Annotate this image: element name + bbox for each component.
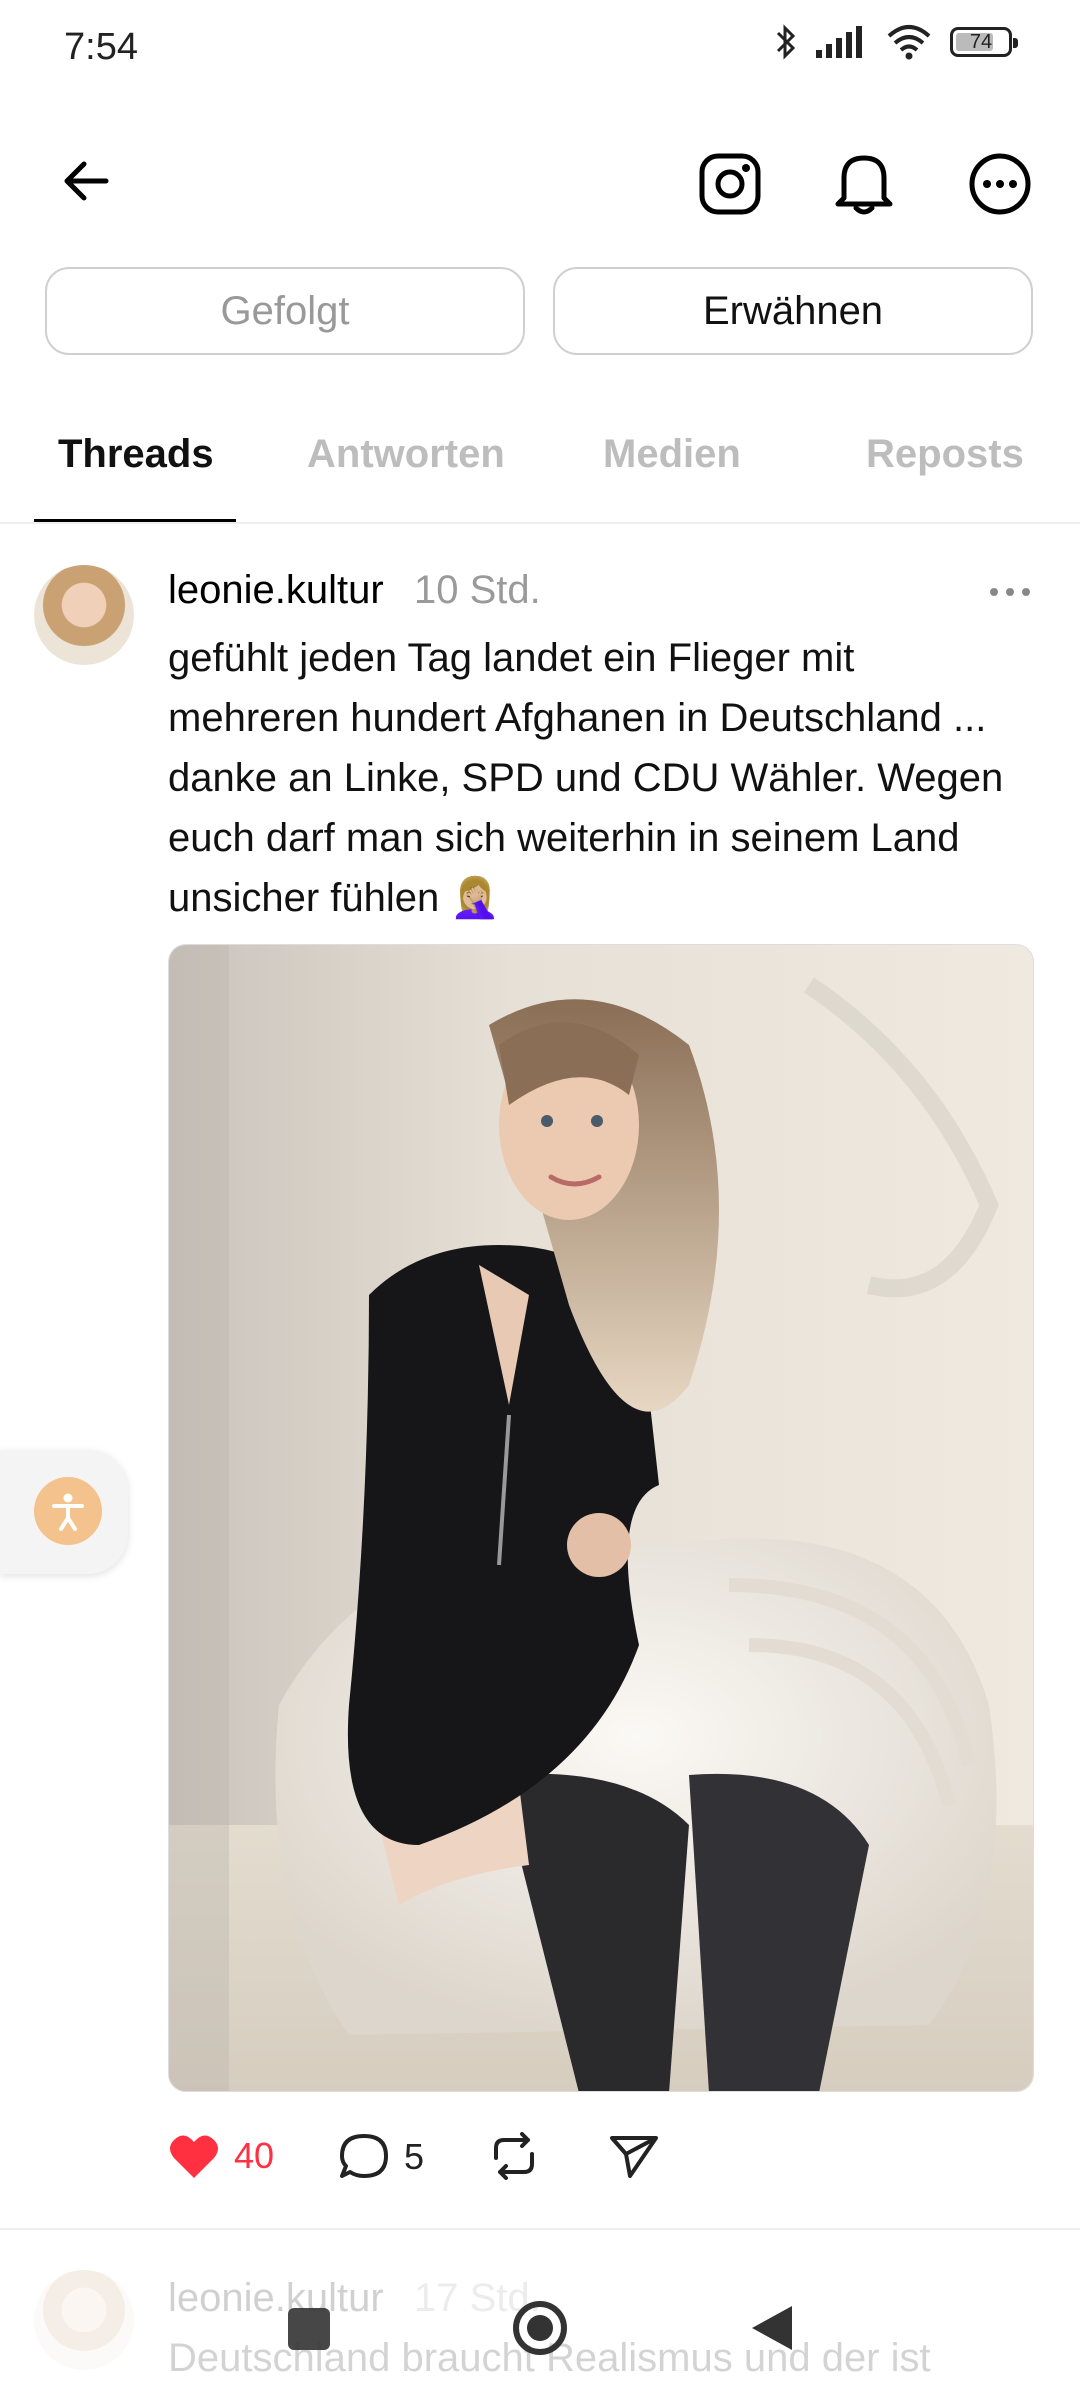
divider [0, 2228, 1080, 2230]
system-back-button[interactable] [748, 2302, 796, 2354]
home-button[interactable] [510, 2298, 570, 2358]
post-username[interactable]: leonie.kultur [168, 2276, 384, 2321]
tab-media[interactable]: Medien [603, 432, 741, 477]
comment-icon [340, 2134, 388, 2178]
more-horizontal-icon [990, 588, 1030, 596]
divider [0, 522, 1080, 524]
like-count: 40 [234, 2135, 275, 2176]
status-icons: 74 [774, 24, 1018, 60]
triangle-back-icon [752, 2306, 792, 2350]
repost-button[interactable] [488, 2132, 540, 2180]
tab-threads[interactable]: Threads [58, 432, 214, 477]
tab-reposts[interactable]: Reposts [866, 432, 1024, 477]
avatar[interactable] [34, 565, 134, 665]
more-options-button[interactable] [966, 150, 1034, 218]
bell-icon [835, 155, 893, 215]
send-icon [610, 2136, 658, 2178]
post-image[interactable] [168, 944, 1034, 2092]
instagram-button[interactable] [696, 150, 764, 218]
arrow-left-icon [64, 161, 109, 201]
post-username[interactable]: leonie.kultur [168, 568, 384, 613]
post-actions: 40 5 [168, 2132, 768, 2192]
avatar[interactable] [34, 2270, 134, 2370]
share-button[interactable] [608, 2132, 660, 2180]
like-button[interactable]: 40 [168, 2132, 274, 2180]
followed-button[interactable]: Gefolgt [45, 267, 525, 355]
instagram-icon [699, 153, 761, 215]
repost-icon [494, 2132, 534, 2180]
heart-icon [170, 2135, 218, 2178]
notifications-button[interactable] [830, 148, 898, 216]
post-more-button[interactable] [986, 578, 1034, 606]
more-circle-icon [969, 153, 1031, 215]
tab-answers[interactable]: Antworten [307, 432, 505, 477]
comment-button[interactable]: 5 [338, 2132, 424, 2182]
post-photo [169, 945, 1033, 2091]
battery-level: 74 [969, 30, 993, 53]
wifi-icon [887, 25, 931, 60]
accessibility-icon [52, 1493, 84, 1531]
post-text: gefühlt jeden Tag landet ein Flieger mit… [168, 636, 1004, 920]
comment-count: 5 [404, 2136, 425, 2177]
accessibility-button[interactable] [34, 1477, 102, 1545]
signal-icon [816, 26, 862, 58]
recent-apps-button[interactable] [288, 2308, 330, 2350]
mention-button[interactable]: Erwähnen [553, 267, 1033, 355]
status-time: 7:54 [64, 26, 138, 68]
back-button[interactable] [55, 150, 117, 212]
bluetooth-icon [776, 24, 796, 60]
post-time: 10 Std. [414, 568, 541, 612]
battery-icon: 74 [950, 27, 1018, 57]
home-circle-icon [513, 2301, 567, 2355]
